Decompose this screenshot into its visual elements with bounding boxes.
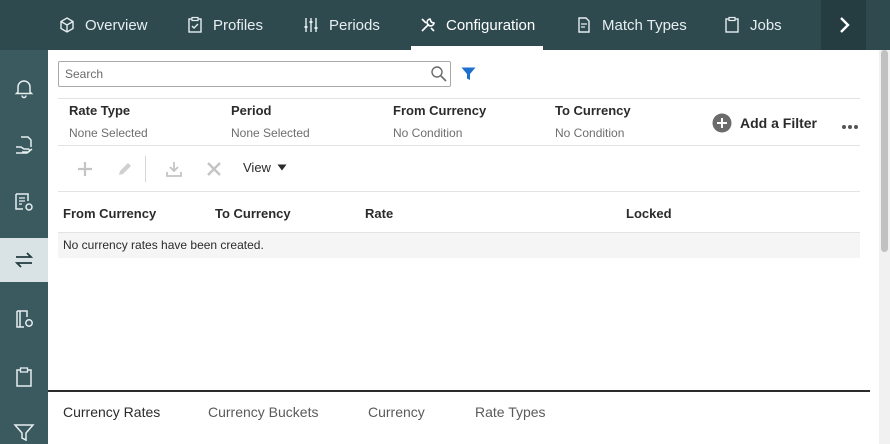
- edit-button[interactable]: [115, 159, 135, 179]
- download-icon: [166, 162, 182, 177]
- more-icon: [842, 125, 858, 129]
- rail-item-reports[interactable]: [0, 180, 48, 224]
- vertical-scrollbar[interactable]: [879, 50, 890, 444]
- book-gear-icon: [16, 310, 33, 328]
- tab-currency-buckets[interactable]: Currency Buckets: [208, 404, 318, 420]
- tab-match-types[interactable]: Match Types: [575, 0, 687, 50]
- tab-overview[interactable]: Overview: [58, 0, 148, 50]
- export-button[interactable]: [164, 159, 184, 179]
- table-toolbar: View: [58, 146, 860, 192]
- add-button[interactable]: [75, 159, 95, 179]
- document-icon: [578, 17, 590, 33]
- tab-periods-label: Periods: [329, 16, 380, 34]
- filter-rate-type[interactable]: Rate Type None Selected: [69, 103, 148, 140]
- column-header-rate[interactable]: Rate: [365, 206, 393, 221]
- table-header: From Currency To Currency Rate Locked: [58, 202, 860, 232]
- tab-configuration-label: Configuration: [446, 16, 536, 34]
- view-menu-button[interactable]: View: [243, 160, 287, 175]
- tab-profiles-label: Profiles: [213, 16, 264, 34]
- filter-from-currency[interactable]: From Currency No Condition: [393, 103, 486, 140]
- view-menu-label: View: [243, 160, 271, 175]
- column-header-to-currency[interactable]: To Currency: [215, 206, 291, 221]
- filter-icon[interactable]: [461, 67, 476, 81]
- table-empty-row: No currency rates have been created.: [58, 232, 860, 258]
- filter-header: To Currency: [555, 103, 631, 118]
- search-box: [58, 61, 451, 87]
- column-header-from-currency[interactable]: From Currency: [63, 206, 156, 221]
- search-icon[interactable]: [430, 65, 448, 83]
- report-gear-icon: [15, 193, 33, 211]
- filter-period[interactable]: Period None Selected: [231, 103, 310, 140]
- top-nav-bar: Overview Profiles Periods Configuration …: [0, 0, 890, 50]
- rail-item-filter[interactable]: [0, 410, 48, 444]
- tab-configuration[interactable]: Configuration: [410, 0, 544, 50]
- plus-icon: [78, 162, 92, 176]
- tab-jobs[interactable]: Jobs: [723, 0, 782, 50]
- toolbar-separator: [145, 156, 146, 182]
- scrollbar-thumb[interactable]: [881, 50, 888, 252]
- filter-value: None Selected: [69, 126, 148, 140]
- filter-to-currency[interactable]: To Currency No Condition: [555, 103, 631, 140]
- nav-next-button[interactable]: [821, 0, 866, 50]
- cube-icon: [60, 17, 74, 33]
- tab-currency[interactable]: Currency: [368, 404, 425, 420]
- filter-value: None Selected: [231, 126, 310, 140]
- tools-icon: [421, 18, 435, 32]
- rail-item-jobs[interactable]: [0, 355, 48, 399]
- rail-item-currency[interactable]: [0, 238, 48, 282]
- clipboard-icon: [725, 16, 739, 33]
- delete-button[interactable]: [204, 159, 224, 179]
- tab-rate-types[interactable]: Rate Types: [475, 404, 546, 420]
- clipboard-check-icon: [188, 16, 202, 33]
- chevron-right-icon: [839, 17, 850, 33]
- tab-currency-rates[interactable]: Currency Rates: [63, 404, 160, 420]
- swap-arrows-icon: [14, 252, 34, 268]
- add-filter-label: Add a Filter: [740, 115, 818, 131]
- sliders-icon: [304, 18, 318, 32]
- add-filter-button[interactable]: Add a Filter: [712, 113, 817, 133]
- caret-down-icon: [277, 164, 287, 171]
- rail-item-profiles[interactable]: [0, 123, 48, 167]
- filter-header: Period: [231, 103, 272, 118]
- tab-overview-label: Overview: [85, 16, 148, 34]
- empty-message: No currency rates have been created.: [63, 238, 264, 252]
- tab-jobs-label: Jobs: [750, 16, 782, 34]
- filter-value: No Condition: [555, 126, 625, 140]
- hand-document-icon: [16, 136, 33, 154]
- top-right-strip: [866, 0, 890, 50]
- bell-icon: [14, 80, 34, 99]
- more-options-button[interactable]: [841, 117, 859, 135]
- funnel-icon: [13, 424, 35, 442]
- rail-item-settings-book[interactable]: [0, 297, 48, 341]
- pencil-icon: [119, 163, 131, 175]
- plus-circle-icon: [712, 113, 732, 133]
- filter-value: No Condition: [393, 126, 463, 140]
- close-icon: [207, 162, 221, 176]
- rail-item-notifications[interactable]: [0, 66, 48, 110]
- filter-header: From Currency: [393, 103, 487, 118]
- tab-match-types-label: Match Types: [602, 16, 687, 34]
- clipboard-icon: [16, 367, 32, 387]
- filter-bar: Rate Type None Selected Period None Sele…: [58, 98, 860, 146]
- left-rail: [0, 50, 48, 444]
- bottom-tab-bar: Currency Rates Currency Buckets Currency…: [48, 390, 870, 444]
- column-header-locked[interactable]: Locked: [626, 206, 672, 221]
- tab-profiles[interactable]: Profiles: [186, 0, 263, 50]
- tab-periods[interactable]: Periods: [302, 0, 380, 50]
- filter-header: Rate Type: [69, 103, 131, 118]
- top-left-block: [0, 0, 48, 50]
- search-input[interactable]: [59, 62, 419, 86]
